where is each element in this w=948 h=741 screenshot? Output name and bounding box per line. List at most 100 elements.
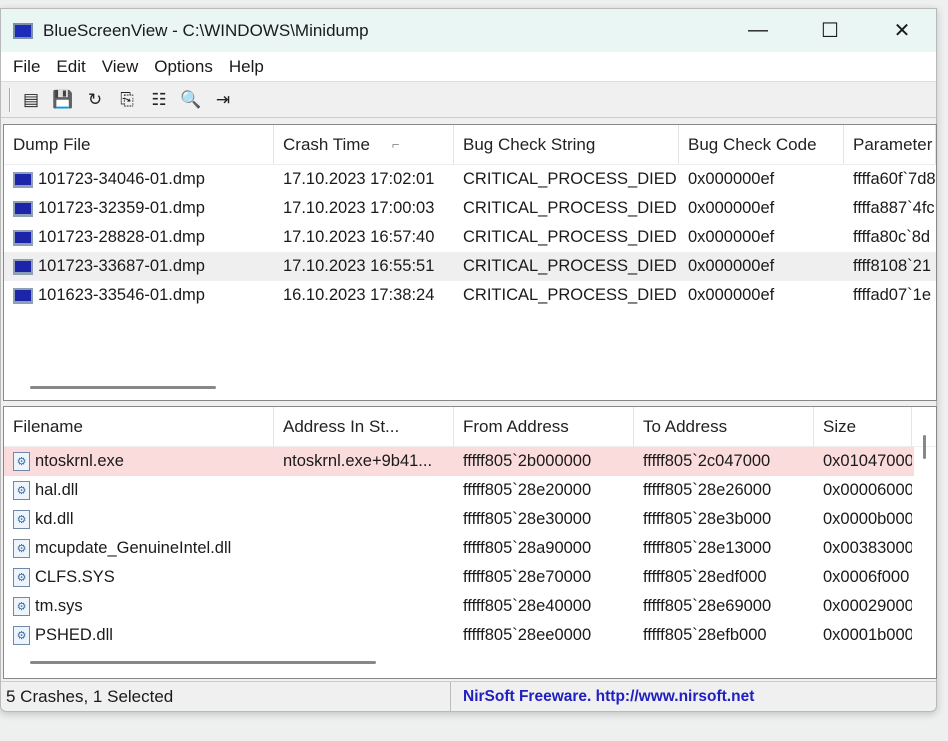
driver-row[interactable]: ⚙ mcupdate_GenuineIntel.dll fffff805`28a90…: [4, 534, 914, 563]
cell-filename: ⚙ hal.dll: [4, 481, 274, 500]
cell-text: ntoskrnl.exe+9b41...: [283, 452, 433, 470]
cell-filename: ⚙ CLFS.SYS: [4, 568, 274, 587]
driver-list-header: Filename Address In St... From Address To A…: [4, 407, 936, 447]
cell-dump-file: 101723-32359-01.dmp: [4, 199, 274, 218]
maximize-button[interactable]: ☐: [794, 9, 866, 52]
driver-row[interactable]: ⚙ tm.sys fffff805`28e40000 fffff805`28e6900…: [4, 592, 914, 621]
cell-text: fffff805`28edf000: [643, 568, 767, 586]
column-header-dump-file[interactable]: Dump File: [4, 125, 274, 164]
cell-text: 16.10.2023 17:38:24: [283, 286, 435, 304]
cell-dump-file: 101723-33687-01.dmp: [4, 257, 274, 276]
close-button[interactable]: ✕: [866, 9, 938, 52]
cell-parameter: ffffa887`4fc: [844, 199, 936, 218]
save-icon: 💾: [52, 89, 74, 109]
exit-button[interactable]: ⇥: [211, 88, 235, 112]
html-report-button[interactable]: ▤: [19, 88, 43, 112]
cell-text: CRITICAL_PROCESS_DIED: [463, 286, 677, 304]
dump-row[interactable]: 101723-28828-01.dmp 17.10.2023 16:57:40 CR…: [4, 223, 936, 252]
dump-row[interactable]: 101723-33687-01.dmp 17.10.2023 16:55:51 CR…: [4, 252, 936, 281]
refresh-button[interactable]: ↻: [83, 88, 107, 112]
cell-text: kd.dll: [35, 510, 74, 528]
driver-row[interactable]: ⚙ CLFS.SYS fffff805`28e70000 fffff805`28edf…: [4, 563, 914, 592]
menu-options[interactable]: Options: [146, 57, 221, 77]
minimize-button[interactable]: —: [722, 9, 794, 52]
cell-text: fffff805`28a90000: [463, 539, 592, 557]
column-header-size[interactable]: Size: [814, 407, 912, 446]
cell-bug-check-string: CRITICAL_PROCESS_DIED: [454, 170, 679, 189]
cell-parameter: ffff8108`21: [844, 257, 936, 276]
dump-list[interactable]: Dump File Crash Time ⌐ Bug Check String Bug …: [3, 124, 937, 401]
save-button[interactable]: 💾: [51, 88, 75, 112]
cell-bug-check-string: CRITICAL_PROCESS_DIED: [454, 199, 679, 218]
column-header-crash-time[interactable]: Crash Time ⌐: [274, 125, 454, 164]
column-header-filename[interactable]: Filename: [4, 407, 274, 446]
menu-help[interactable]: Help: [221, 57, 272, 77]
column-header-from-address[interactable]: From Address: [454, 407, 634, 446]
find-button[interactable]: 🔍: [179, 88, 203, 112]
column-header-bug-check-string[interactable]: Bug Check String: [454, 125, 679, 164]
driver-row[interactable]: ⚙ kd.dll fffff805`28e30000 fffff805`28e3b00…: [4, 505, 914, 534]
cell-text: ntoskrnl.exe: [35, 452, 124, 470]
column-header-address-in-st-[interactable]: Address In St...: [274, 407, 454, 446]
column-label: Filename: [13, 416, 83, 436]
driver-file-icon: ⚙: [13, 481, 30, 500]
cell-dump-file: 101723-28828-01.dmp: [4, 228, 274, 247]
dump-row[interactable]: 101623-33546-01.dmp 16.10.2023 17:38:24 CR…: [4, 281, 936, 310]
toolbar: ▤ 💾 ↻ ⎘ ☷ 🔍 ⇥: [1, 82, 936, 118]
cell-from-address: fffff805`2b000000: [454, 452, 634, 471]
cell-text: tm.sys: [35, 597, 83, 615]
cell-size: 0x01047000: [814, 452, 912, 471]
cell-bug-check-code: 0x000000ef: [679, 228, 844, 247]
menu-view[interactable]: View: [94, 57, 147, 77]
cell-crash-time: 17.10.2023 16:55:51: [274, 257, 454, 276]
cell-text: 0x00006000: [823, 481, 912, 499]
driver-list-hscrollbar[interactable]: [30, 661, 376, 664]
cell-text: CRITICAL_PROCESS_DIED: [463, 170, 677, 188]
dump-list-hscrollbar[interactable]: [30, 386, 216, 389]
cell-text: mcupdate_GenuineIntel.dll: [35, 539, 232, 557]
driver-file-icon: ⚙: [13, 539, 30, 558]
copy-button[interactable]: ⎘: [115, 88, 139, 112]
nirsoft-link[interactable]: NirSoft Freeware. http://www.nirsoft.net: [451, 688, 754, 706]
sort-icon: ⌐: [391, 137, 400, 152]
cell-text: PSHED.dll: [35, 626, 113, 644]
driver-row[interactable]: ⚙ hal.dll fffff805`28e20000 fffff805`28e260…: [4, 476, 914, 505]
cell-text: fffff805`28e13000: [643, 539, 772, 557]
column-header-parameter[interactable]: Parameter: [844, 125, 936, 164]
column-label: Bug Check Code: [688, 134, 817, 154]
cell-to-address: fffff805`28e26000: [634, 481, 814, 500]
status-count: 5 Crashes, 1 Selected: [1, 682, 451, 711]
cell-filename: ⚙ ntoskrnl.exe: [4, 452, 274, 471]
driver-list[interactable]: Filename Address In St... From Address To A…: [3, 406, 937, 679]
cell-filename: ⚙ kd.dll: [4, 510, 274, 529]
cell-size: 0x0000b000: [814, 510, 912, 529]
cell-text: fffff805`28efb000: [643, 626, 767, 644]
cell-text: CRITICAL_PROCESS_DIED: [463, 228, 677, 246]
driver-file-icon: ⚙: [13, 510, 30, 529]
driver-file-icon: ⚙: [13, 568, 30, 587]
cell-text: fffff805`28e20000: [463, 481, 592, 499]
window-title: BlueScreenView - C:\WINDOWS\Minidump: [43, 20, 369, 40]
dump-file-icon: [13, 258, 33, 275]
menu-file[interactable]: File: [5, 57, 48, 77]
driver-list-vscrollbar[interactable]: [923, 435, 926, 459]
dump-row[interactable]: 101723-32359-01.dmp 17.10.2023 17:00:03 CR…: [4, 194, 936, 223]
dump-row[interactable]: 101723-34046-01.dmp 17.10.2023 17:02:01 CR…: [4, 165, 936, 194]
driver-row[interactable]: ⚙ PSHED.dll fffff805`28ee0000 fffff805`28ef…: [4, 621, 914, 650]
driver-row[interactable]: ⚙ ntoskrnl.exe ntoskrnl.exe+9b41... fffff80…: [4, 447, 914, 476]
cell-bug-check-code: 0x000000ef: [679, 170, 844, 189]
cell-filename: ⚙ mcupdate_GenuineIntel.dll: [4, 539, 274, 558]
find-icon: 🔍: [180, 89, 202, 109]
column-header-bug-check-code[interactable]: Bug Check Code: [679, 125, 844, 164]
cell-text: 101623-33546-01.dmp: [38, 286, 205, 304]
properties-button[interactable]: ☷: [147, 88, 171, 112]
cell-text: ffffa887`4fc: [853, 199, 935, 217]
menu-edit[interactable]: Edit: [48, 57, 93, 77]
cell-text: 17.10.2023 17:02:01: [283, 170, 435, 188]
cell-text: 101723-28828-01.dmp: [38, 228, 205, 246]
cell-filename: ⚙ PSHED.dll: [4, 626, 274, 645]
driver-file-icon: ⚙: [13, 626, 30, 645]
cell-text: 0x000000ef: [688, 228, 775, 246]
column-header-to-address[interactable]: To Address: [634, 407, 814, 446]
cell-text: 0x000000ef: [688, 257, 775, 275]
